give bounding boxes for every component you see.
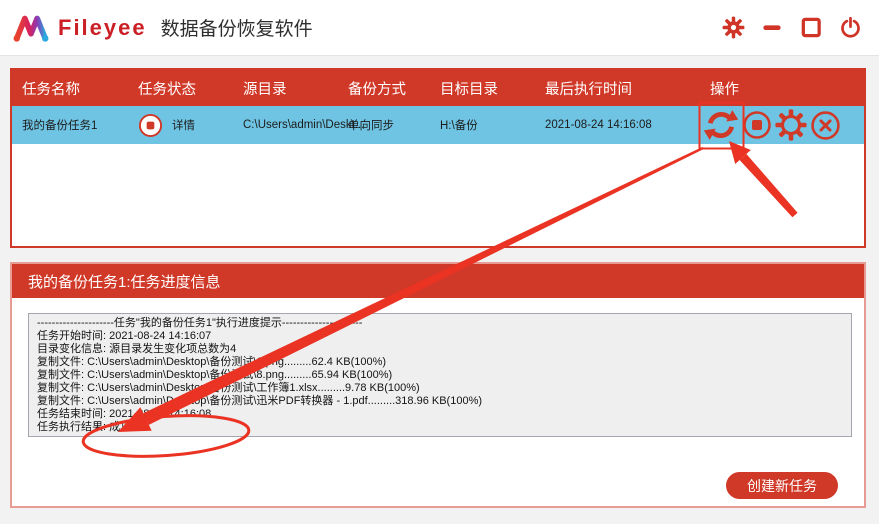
progress-panel: 我的备份任务1:任务进度信息 ---------------------任务"我… [10,262,866,508]
source-path: C:\Users\admin\Deskt... [243,119,365,131]
column-header-last-run: 最后执行时间 [545,81,632,98]
column-header-task-name: 任务名称 [22,81,80,98]
app-title: 数据备份恢复软件 [160,19,313,40]
backup-mode: 单向同步 [348,120,394,132]
target-path: H:\备份 [440,120,478,132]
sync-icon[interactable] [702,106,740,144]
close-icon[interactable] [810,110,841,141]
column-header-mode: 备份方式 [348,81,406,98]
log-line: 复制文件: C:\Users\admin\Desktop\备份测试\迅米PDF转… [37,395,483,407]
settings-icon[interactable] [774,108,808,142]
maximize-icon[interactable] [799,16,823,39]
column-header-actions: 操作 [710,81,739,98]
task-table-panel: 任务名称 任务状态 源目录 备份方式 目标目录 最后执行时间 操作 我的备份任务… [10,68,866,248]
log-line: 复制文件: C:\Users\admin\Desktop\备份测试\1.png.… [37,356,387,368]
log-line: 复制文件: C:\Users\admin\Desktop\备份测试\8.png.… [37,369,393,381]
table-header-row: 任务名称 任务状态 源目录 备份方式 目标目录 最后执行时间 操作 [12,70,864,106]
column-header-status: 任务状态 [138,81,196,98]
log-line: 目录变化信息: 源目录发生变化项总数为4 [37,343,237,355]
app-logo [12,12,50,44]
settings-icon[interactable] [722,16,745,39]
create-task-button[interactable]: 创建新任务 [726,472,838,499]
fileyee-logo-icon [13,15,49,42]
task-status-cell: 详情 [128,113,233,138]
column-header-target: 目标目录 [440,81,498,98]
task-actions-cell [700,106,864,144]
brand-text: Fileyee [58,14,147,40]
log-line: 任务结束时间: 2021-08-24 14:16:08 [37,408,212,420]
window-controls [722,16,879,40]
power-icon[interactable] [838,16,863,40]
stop-icon[interactable] [742,110,772,140]
log-line: 任务开始时间: 2021-08-24 14:16:07 [37,330,212,342]
task-status-detail-link[interactable]: 详情 [172,117,195,133]
progress-log: ---------------------任务"我的备份任务1"执行进度提示--… [28,313,852,437]
stop-icon [138,113,163,137]
log-line: 任务执行结果: 成功 [37,421,132,433]
app-header: Fileyee 数据备份恢复软件 [0,0,879,56]
last-run-time: 2021-08-24 14:16:08 [545,119,652,131]
column-header-source: 源目录 [243,81,287,98]
log-line: 复制文件: C:\Users\admin\Desktop\备份测试\工作簿1.x… [37,382,420,394]
progress-panel-title: 我的备份任务1:任务进度信息 [12,264,864,298]
task-row[interactable]: 我的备份任务1 详情 C:\Users\admin\Deskt... 单向同步 … [12,106,864,144]
minimize-icon[interactable] [760,16,784,39]
log-line: ---------------------任务"我的备份任务1"执行进度提示--… [37,317,363,329]
task-name: 我的备份任务1 [22,120,98,132]
